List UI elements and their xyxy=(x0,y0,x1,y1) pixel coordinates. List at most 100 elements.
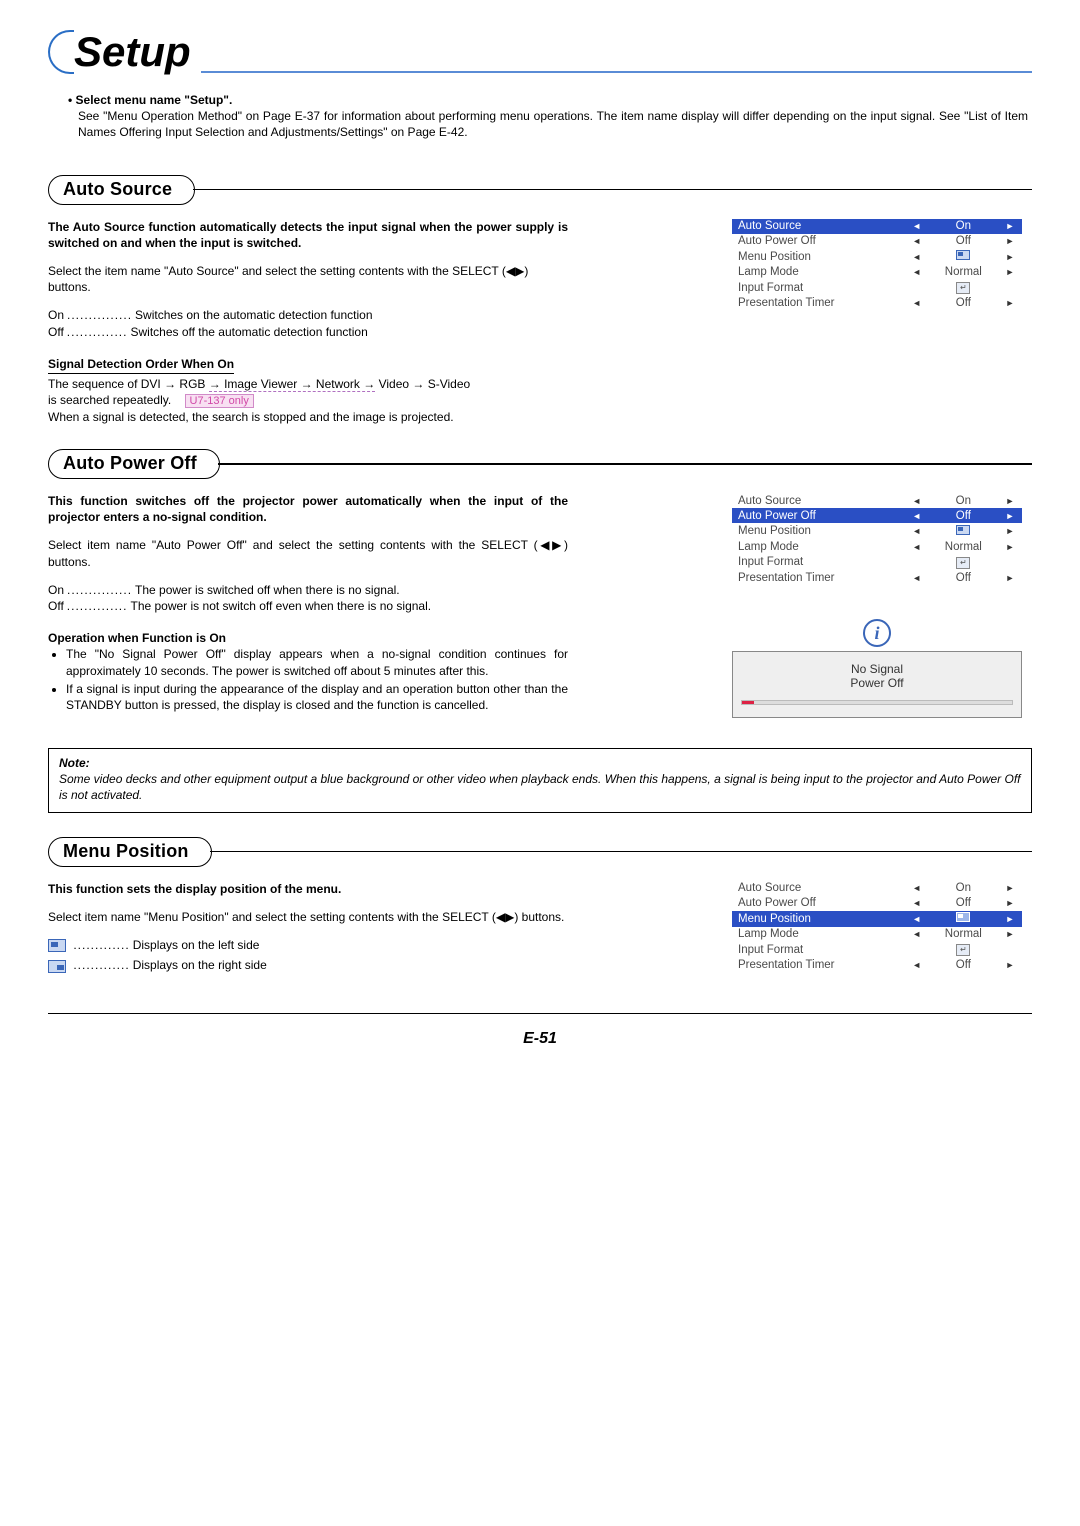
section-header: Auto Power Off xyxy=(48,449,1032,479)
triangle-right-icon xyxy=(1005,525,1014,537)
opt-val: The power is switched off when there is … xyxy=(135,582,400,598)
osd-auto-source: Auto SourceOnAuto Power OffOffMenu Posit… xyxy=(732,219,1022,311)
osd-ctl-left xyxy=(905,942,929,958)
osd-ctl-left xyxy=(905,958,929,973)
intro-text: See "Menu Operation Method" on Page E-37… xyxy=(68,108,1028,140)
seq-line2: is searched repeatedly. U7-137 only xyxy=(48,392,568,409)
osd-value: Off xyxy=(929,296,998,311)
pos-left-icon xyxy=(48,937,66,953)
osd-value xyxy=(929,911,998,927)
triangle-left-icon xyxy=(912,572,921,584)
osd-item-name: Input Format xyxy=(732,942,905,958)
triangle-left-icon xyxy=(912,913,921,925)
osd-item-name: Auto Source xyxy=(732,881,905,896)
note-box: Note: Some video decks and other equipme… xyxy=(48,748,1032,813)
osd-ctl-left xyxy=(905,493,929,508)
triangle-left-icon xyxy=(912,220,921,232)
osd-row: Menu Position xyxy=(732,911,1022,927)
enter-icon xyxy=(956,557,970,569)
signal-order-seq: The sequence of DVI → RGB → Image Viewer… xyxy=(48,376,568,392)
pos-left-icon xyxy=(956,525,970,535)
osd-ctl-left xyxy=(905,265,929,280)
triangle-left-icon xyxy=(912,525,921,537)
osd-value: Off xyxy=(929,958,998,973)
opt-key: On xyxy=(48,582,64,598)
osd-row: Presentation TimerOff xyxy=(732,958,1022,973)
triangle-right-icon xyxy=(1005,510,1014,522)
osd-value: Normal xyxy=(929,927,998,942)
osd-item-name: Menu Position xyxy=(732,911,905,927)
osd-row: Input Format xyxy=(732,942,1022,958)
no-signal-indicator: i No Signal Power Off xyxy=(732,619,1022,718)
osd-ctl-right xyxy=(998,942,1022,958)
title-ornament xyxy=(48,30,74,74)
osd-item-name: Auto Source xyxy=(732,493,905,508)
osd-value: Off xyxy=(929,570,998,585)
operation-bullets: The "No Signal Power Off" display appear… xyxy=(48,646,568,713)
osd-value: Off xyxy=(929,234,998,249)
info-icon: i xyxy=(863,619,891,647)
osd-ctl-right xyxy=(998,234,1022,249)
triangle-right-icon xyxy=(1005,959,1014,971)
triangle-left-icon xyxy=(912,251,921,263)
operation-bullet-1: The "No Signal Power Off" display appear… xyxy=(66,646,568,678)
osd-row: Lamp Mode Normal xyxy=(732,927,1022,942)
triangle-left-icon xyxy=(912,235,921,247)
osd-value xyxy=(929,523,998,539)
opt-val: Displays on the left side xyxy=(133,937,260,953)
section-rule xyxy=(193,189,1032,191)
osd-value: On xyxy=(929,881,998,896)
seq-pre: The sequence of DVI → RGB xyxy=(48,377,209,391)
osd-row: Menu Position xyxy=(732,249,1022,265)
signal-order-head: Signal Detection Order When On xyxy=(48,356,234,374)
note-text: Some video decks and other equipment out… xyxy=(59,772,1021,802)
page-number: E-51 xyxy=(48,1030,1032,1048)
intro-bullet-text: Select menu name "Setup". xyxy=(76,93,233,107)
opt-key: Off xyxy=(48,598,64,614)
osd-ctl-left xyxy=(905,911,929,927)
osd-item-name: Lamp Mode xyxy=(732,927,905,942)
page-title: Setup xyxy=(74,30,201,74)
osd-value: Off xyxy=(929,896,998,911)
opt-val: The power is not switch off even when th… xyxy=(130,598,431,614)
osd-ctl-right xyxy=(998,539,1022,554)
opt-off: Off..............Switches off the automa… xyxy=(48,324,568,340)
osd-ctl-left xyxy=(905,927,929,942)
triangle-left-icon xyxy=(912,297,921,309)
section-rule xyxy=(218,463,1032,465)
osd-row: Auto Source On xyxy=(732,219,1022,234)
osd-row: Lamp ModeNormal xyxy=(732,539,1022,554)
triangle-left-icon xyxy=(912,928,921,940)
apo-lead: This function switches off the projector… xyxy=(48,493,568,525)
osd-value: On xyxy=(929,219,998,234)
osd-row: Auto Source On xyxy=(732,881,1022,896)
osd-item-name: Presentation Timer xyxy=(732,570,905,585)
opt-on: On...............The power is switched o… xyxy=(48,582,568,598)
osd-menu-position: Auto Source On Auto Power Off Off Menu Posit… xyxy=(732,881,1022,973)
opt-val: Displays on the right side xyxy=(133,957,267,973)
triangle-left-icon xyxy=(912,495,921,507)
seq-dashed: → Image Viewer → Network → xyxy=(209,377,376,392)
triangle-right-icon xyxy=(1005,913,1014,925)
osd-ctl-left xyxy=(905,539,929,554)
section-auto-power-off: Auto Power Off This function switches of… xyxy=(48,449,1032,813)
no-signal-line2: Power Off xyxy=(741,676,1013,690)
mp-lead: This function sets the display position … xyxy=(48,881,568,897)
osd-row: Auto Power Off Off xyxy=(732,896,1022,911)
triangle-right-icon xyxy=(1005,882,1014,894)
opt-key: Off xyxy=(48,324,64,340)
osd-ctl-right xyxy=(998,296,1022,311)
section-auto-source: Auto Source The Auto Source function aut… xyxy=(48,175,1032,426)
osd-ctl-left xyxy=(905,508,929,523)
osd-item-name: Auto Source xyxy=(732,219,905,234)
osd-item-name: Auto Power Off xyxy=(732,896,905,911)
osd-ctl-right xyxy=(998,280,1022,296)
osd-item-name: Input Format xyxy=(732,280,905,296)
triangle-right-icon xyxy=(1005,297,1014,309)
seq-line3: When a signal is detected, the search is… xyxy=(48,409,568,425)
enter-icon xyxy=(956,282,970,294)
osd-row: Auto SourceOn xyxy=(732,493,1022,508)
triangle-right-icon xyxy=(1005,541,1014,553)
osd-ctl-left xyxy=(905,234,929,249)
operation-head: Operation when Function is On xyxy=(48,630,568,646)
